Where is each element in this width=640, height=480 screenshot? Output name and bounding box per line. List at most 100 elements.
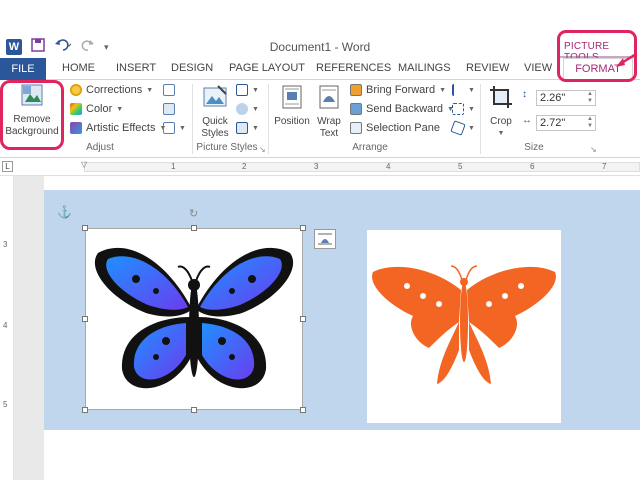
resize-handle[interactable] bbox=[82, 225, 88, 231]
selection-pane-button[interactable]: Selection Pane bbox=[350, 122, 440, 134]
quick-styles-line2: Styles bbox=[201, 128, 229, 139]
vertical-ruler-number: 3 bbox=[3, 240, 8, 249]
ruler-strip[interactable] bbox=[84, 162, 640, 172]
wrap-text-line2: Text bbox=[319, 128, 339, 139]
crop-dropdown-icon: ▼ bbox=[497, 130, 505, 137]
bring-forward-button[interactable]: Bring Forward ▼ bbox=[350, 84, 446, 96]
horizontal-ruler: L 1 2 3 4 5 6 7 ▽ bbox=[0, 158, 640, 176]
ruler-number: 3 bbox=[314, 162, 319, 171]
ruler-number: 2 bbox=[242, 162, 247, 171]
send-backward-icon bbox=[350, 103, 362, 115]
picture-styles-group-label: Picture Styles bbox=[196, 142, 258, 153]
resize-handle[interactable] bbox=[300, 407, 306, 413]
color-button[interactable]: Color ▼ bbox=[70, 103, 123, 115]
rotate-handle-icon[interactable]: ↻ bbox=[189, 208, 201, 220]
width-spinner-icon[interactable]: ▲ ▼ bbox=[587, 116, 593, 130]
resize-handle[interactable] bbox=[82, 316, 88, 322]
align-icon[interactable]: ▼ bbox=[452, 84, 475, 96]
position-label: Position bbox=[274, 116, 310, 127]
picture-effects-icon[interactable]: ▼ bbox=[236, 103, 259, 115]
color-label: Color bbox=[86, 103, 113, 115]
reset-picture-icon[interactable]: ▼ bbox=[163, 122, 186, 134]
resize-handle[interactable] bbox=[300, 225, 306, 231]
anchor-icon[interactable]: ⚓ bbox=[57, 205, 72, 219]
arrange-group-label: Arrange bbox=[352, 142, 388, 153]
adjust-group-label: Adjust bbox=[86, 142, 114, 153]
picture-border-icon[interactable]: ▼ bbox=[236, 84, 259, 96]
wrap-text-line1: Wrap bbox=[317, 116, 341, 127]
bring-forward-icon bbox=[350, 84, 362, 96]
crop-button[interactable]: Crop ▼ bbox=[484, 84, 518, 140]
tab-insert[interactable]: INSERT bbox=[116, 62, 156, 74]
artistic-effects-label: Artistic Effects bbox=[86, 122, 156, 134]
height-icon: ↕ bbox=[522, 89, 527, 100]
picture-layout-icon[interactable]: ▼ bbox=[236, 122, 259, 134]
tab-page-layout[interactable]: PAGE LAYOUT bbox=[229, 62, 305, 74]
orange-butterfly-image bbox=[372, 265, 556, 384]
shape-width-field[interactable]: 2.72" ▲ ▼ bbox=[536, 115, 596, 131]
blue-butterfly-image bbox=[94, 247, 294, 389]
shape-height-value: 2.26" bbox=[540, 92, 566, 104]
position-icon bbox=[282, 85, 302, 109]
ribbon-separator bbox=[480, 84, 481, 154]
picture-styles-launcher-icon[interactable]: ↘ bbox=[259, 145, 266, 154]
position-button[interactable]: Position bbox=[272, 84, 312, 128]
tab-mailings[interactable]: MAILINGS bbox=[398, 62, 451, 74]
selected-picture[interactable] bbox=[82, 225, 306, 413]
ruler-number: 5 bbox=[458, 162, 463, 171]
ruler-number: 7 bbox=[602, 162, 607, 171]
corrections-label: Corrections bbox=[86, 84, 143, 96]
page-gutter bbox=[14, 176, 44, 480]
corrections-button[interactable]: Corrections ▼ bbox=[70, 84, 153, 96]
height-spinner-icon[interactable]: ▲ ▼ bbox=[587, 91, 593, 105]
change-picture-icon[interactable] bbox=[163, 103, 175, 115]
resize-handle[interactable] bbox=[300, 316, 306, 322]
ribbon-separator bbox=[192, 84, 193, 154]
artistic-effects-button[interactable]: Artistic Effects ▼ bbox=[70, 122, 166, 134]
shape-height-field[interactable]: 2.26" ▲ ▼ bbox=[536, 90, 596, 106]
tab-design[interactable]: DESIGN bbox=[171, 62, 213, 74]
page-bottom bbox=[44, 430, 640, 480]
remove-background-highlight bbox=[0, 80, 64, 150]
crop-label: Crop bbox=[490, 116, 512, 127]
ruler-number: 4 bbox=[386, 162, 391, 171]
compress-pictures-icon[interactable] bbox=[163, 84, 175, 96]
resize-handle[interactable] bbox=[191, 225, 197, 231]
second-picture[interactable] bbox=[367, 230, 561, 423]
quick-styles-icon bbox=[203, 85, 227, 107]
title-bar: W ▾ Document1 - Word bbox=[0, 0, 640, 58]
wrap-text-button[interactable]: Wrap Text bbox=[314, 84, 344, 140]
quick-styles-button[interactable]: Quick Styles bbox=[198, 84, 232, 140]
send-backward-button[interactable]: Send Backward ▼ bbox=[350, 103, 454, 115]
indent-marker-icon[interactable]: ▽ bbox=[81, 160, 87, 169]
ruler-number: 6 bbox=[530, 162, 535, 171]
tab-file[interactable]: FILE bbox=[0, 58, 46, 80]
tab-home[interactable]: HOME bbox=[62, 62, 95, 74]
tab-references[interactable]: REFERENCES bbox=[316, 62, 391, 74]
bring-forward-label: Bring Forward bbox=[366, 84, 436, 96]
tab-view[interactable]: VIEW bbox=[524, 62, 552, 74]
vertical-ruler: 3 4 5 bbox=[0, 176, 14, 480]
ruler-number: 1 bbox=[171, 162, 176, 171]
tab-selector[interactable]: L bbox=[2, 161, 13, 172]
color-icon bbox=[70, 103, 82, 115]
artistic-effects-icon bbox=[70, 122, 82, 134]
ribbon-separator bbox=[268, 84, 269, 154]
group-icon[interactable]: ▼ bbox=[452, 103, 475, 115]
resize-handle[interactable] bbox=[191, 407, 197, 413]
size-launcher-icon[interactable]: ↘ bbox=[590, 145, 597, 154]
resize-handle[interactable] bbox=[82, 407, 88, 413]
window-title: Document1 - Word bbox=[269, 40, 371, 54]
selection-pane-icon bbox=[350, 122, 362, 134]
layout-options-icon bbox=[318, 233, 332, 245]
send-backward-label: Send Backward bbox=[366, 103, 444, 115]
crop-icon bbox=[490, 86, 512, 108]
rotate-icon[interactable]: ▼ bbox=[450, 120, 475, 136]
layout-options-button[interactable] bbox=[314, 229, 336, 249]
page-margin bbox=[44, 176, 640, 190]
selection-pane-label: Selection Pane bbox=[366, 122, 440, 134]
tab-review[interactable]: REVIEW bbox=[466, 62, 509, 74]
ribbon-tabs: FILE HOME INSERT DESIGN PAGE LAYOUT REFE… bbox=[0, 58, 640, 81]
ribbon-body: Remove Background Corrections ▼ Color ▼ Ar… bbox=[0, 80, 640, 158]
vertical-ruler-number: 4 bbox=[3, 321, 8, 330]
